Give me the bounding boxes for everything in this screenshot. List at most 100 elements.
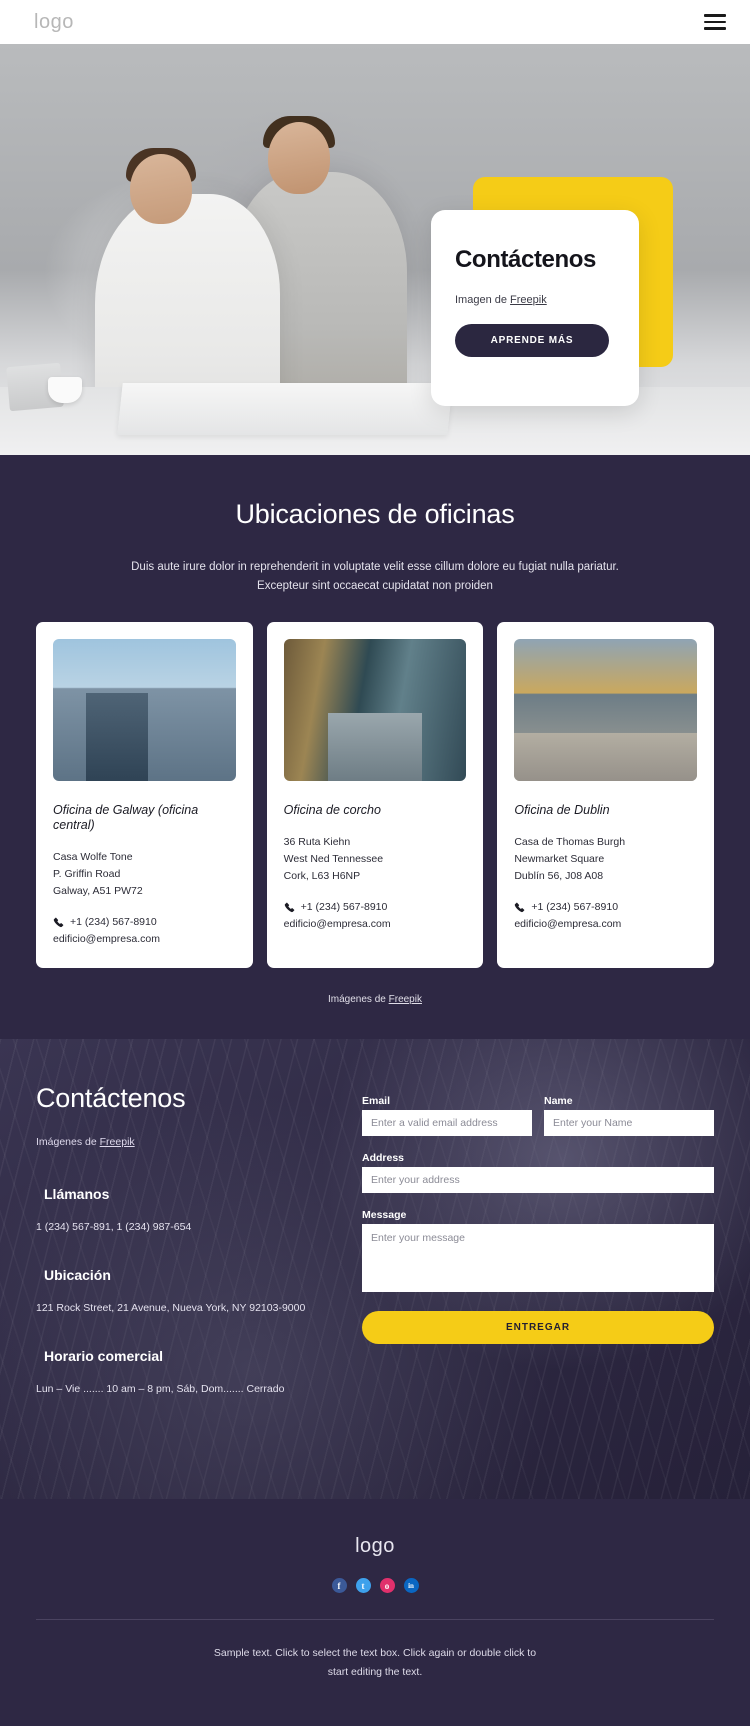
site-logo[interactable]: logo — [34, 11, 74, 34]
instagram-icon[interactable]: o — [379, 1578, 395, 1593]
twitter-icon[interactable]: t — [355, 1578, 371, 1593]
hero-title: Contáctenos — [455, 246, 596, 273]
contact-info-title: Ubicación — [44, 1267, 111, 1283]
hero-card: Contáctenos Imagen de Freepik APRENDE MÁ… — [431, 210, 639, 406]
contact-form: Email Name Address Message ENTREGAR — [362, 1083, 714, 1429]
office-card: Oficina de Dublin Casa de Thomas Burgh N… — [497, 622, 715, 968]
contact-info-location: Ubicación 121 Rock Street, 21 Avenue, Nu… — [36, 1267, 336, 1318]
phone-icon — [53, 917, 64, 928]
address-input[interactable] — [362, 1167, 714, 1193]
email-input[interactable] — [362, 1110, 532, 1136]
hero-person-standing-head — [268, 122, 330, 194]
locations-credit-prefix: Imágenes de — [328, 994, 389, 1005]
galway-office-photo — [53, 639, 236, 781]
contact-info-text: Lun – Vie ....... 10 am – 8 pm, Sáb, Dom… — [36, 1383, 285, 1395]
locations-subtitle: Duis aute irure dolor in reprehenderit i… — [95, 558, 655, 596]
hamburger-bar — [704, 14, 726, 17]
social-links: f t o in — [0, 1578, 750, 1593]
office-card-title: Oficina de Dublin — [514, 803, 610, 817]
office-card: Oficina de corcho 36 Ruta Kiehn West Ned… — [266, 622, 484, 968]
phone-icon — [515, 902, 525, 913]
hero-section: Contáctenos Imagen de Freepik APRENDE MÁ… — [0, 44, 750, 455]
hero-person-seated-head — [130, 154, 192, 224]
office-phone-text: +1 (234) 567-8910 — [300, 901, 388, 913]
hamburger-bar — [704, 27, 726, 30]
office-email[interactable]: edificio@empresa.com — [284, 916, 467, 933]
footer-logo[interactable]: logo — [0, 1535, 750, 1558]
address-label: Address — [362, 1152, 405, 1164]
office-phone[interactable]: +1 (234) 567-8910 — [284, 899, 467, 916]
contact-info-text: 1 (234) 567-891, 1 (234) 987-654 — [36, 1221, 192, 1233]
freepik-link[interactable]: Freepik — [100, 1136, 135, 1148]
office-email[interactable]: edificio@empresa.com — [514, 916, 697, 933]
locations-subtitle-line2: Excepteur sint occaecat cupidatat non pr… — [257, 580, 493, 592]
office-address-line: P. Griffin Road — [53, 868, 121, 880]
freepik-link[interactable]: Freepik — [510, 294, 547, 306]
office-email[interactable]: edificio@empresa.com — [53, 931, 236, 948]
message-input[interactable] — [362, 1224, 714, 1292]
freepik-link[interactable]: Freepik — [389, 994, 422, 1005]
locations-image-credit: Imágenes de Freepik — [0, 994, 750, 1005]
contact-credit-prefix: Imágenes de — [36, 1136, 100, 1148]
locations-subtitle-line1: Duis aute irure dolor in reprehenderit i… — [131, 561, 619, 573]
office-card-title: Oficina de corcho — [283, 803, 381, 817]
office-email-text: edificio@empresa.com — [283, 918, 391, 930]
email-label: Email — [362, 1095, 391, 1107]
hero-image-credit: Imagen de Freepik — [455, 294, 615, 306]
dublin-office-photo — [514, 639, 698, 781]
office-email-text: edificio@empresa.com — [53, 933, 160, 945]
contact-info-title: Llámanos — [44, 1186, 110, 1202]
office-address-line: 36 Ruta Kiehn — [283, 836, 351, 848]
office-email-text: edificio@empresa.com — [514, 918, 622, 930]
contact-info-title: Horario comercial — [44, 1348, 164, 1364]
name-label: Name — [544, 1095, 573, 1107]
contact-section: Contáctenos Imágenes de Freepik Llámanos… — [0, 1039, 750, 1499]
hero-blueprint — [117, 383, 453, 435]
office-phone-text: +1 (234) 567-8910 — [531, 901, 619, 913]
site-header: logo — [0, 0, 750, 44]
linkedin-icon[interactable]: in — [403, 1578, 419, 1593]
office-address-line: Casa de Thomas Burgh — [514, 836, 626, 848]
address-field-group: Address — [362, 1152, 714, 1193]
email-field-group: Email — [362, 1095, 532, 1136]
office-card-title: Oficina de Galway (oficina central) — [53, 803, 199, 832]
office-locations-section: Ubicaciones de oficinas Duis aute irure … — [0, 455, 750, 1039]
footer-text-line2: start editing the text. — [327, 1666, 423, 1678]
message-label: Message — [362, 1209, 407, 1221]
facebook-icon[interactable]: f — [331, 1578, 347, 1593]
message-field-group: Message — [362, 1209, 714, 1297]
learn-more-button[interactable]: APRENDE MÁS — [455, 324, 609, 357]
contact-info-hours: Horario comercial Lun – Vie ....... 10 a… — [36, 1348, 336, 1399]
form-row-email-name: Email Name — [362, 1095, 714, 1136]
hamburger-bar — [704, 20, 726, 24]
locations-heading: Ubicaciones de oficinas — [235, 499, 515, 529]
office-address-line: Dublín 56, J08 A08 — [514, 870, 604, 882]
office-phone-text: +1 (234) 567-8910 — [70, 916, 157, 928]
contact-heading: Contáctenos — [36, 1083, 186, 1113]
office-address-line: Cork, L63 H6NP — [283, 870, 361, 882]
contact-info-call: Llámanos 1 (234) 567-891, 1 (234) 987-65… — [36, 1186, 336, 1237]
name-input[interactable] — [544, 1110, 714, 1136]
hero-coffee-cup — [48, 377, 82, 403]
office-card: Oficina de Galway (oficina central) Casa… — [36, 622, 253, 968]
office-address-line: Casa Wolfe Tone — [53, 851, 133, 863]
office-address-line: Newmarket Square — [514, 853, 605, 865]
contact-info-text: 121 Rock Street, 21 Avenue, Nueva York, … — [36, 1302, 306, 1314]
site-footer: logo f t o in Sample text. Click to sele… — [0, 1499, 750, 1726]
hero-credit-prefix: Imagen de — [455, 294, 511, 306]
submit-button[interactable]: ENTREGAR — [362, 1311, 714, 1344]
hamburger-icon[interactable] — [704, 14, 726, 30]
contact-image-credit: Imágenes de Freepik — [36, 1136, 336, 1148]
footer-divider — [36, 1619, 714, 1620]
phone-icon — [284, 902, 295, 913]
footer-sample-text: Sample text. Click to select the text bo… — [165, 1644, 585, 1682]
contact-info-column: Contáctenos Imágenes de Freepik Llámanos… — [36, 1083, 336, 1429]
name-field-group: Name — [544, 1095, 714, 1136]
office-cards: Oficina de Galway (oficina central) Casa… — [0, 622, 750, 968]
office-phone[interactable]: +1 (234) 567-8910 — [514, 899, 697, 916]
cork-office-photo — [283, 639, 467, 781]
office-phone[interactable]: +1 (234) 567-8910 — [53, 914, 236, 931]
